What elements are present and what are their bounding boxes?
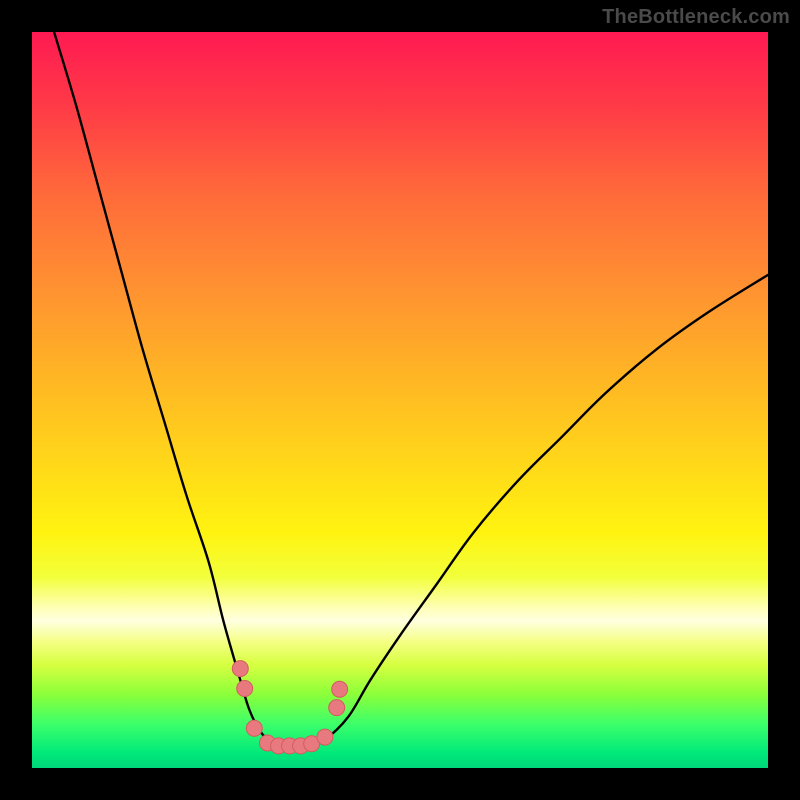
- curve-marker: [246, 720, 262, 736]
- curve-marker: [232, 661, 248, 677]
- chart-plot-area: [32, 32, 768, 768]
- watermark-text: TheBottleneck.com: [602, 6, 790, 29]
- curve-marker: [317, 729, 333, 745]
- curve-marker: [332, 681, 348, 697]
- bottleneck-curve: [54, 32, 768, 747]
- curve-marker: [237, 681, 253, 697]
- curve-marker: [329, 700, 345, 716]
- chart-frame: TheBottleneck.com: [0, 0, 800, 800]
- bottleneck-curve-svg: [32, 32, 768, 768]
